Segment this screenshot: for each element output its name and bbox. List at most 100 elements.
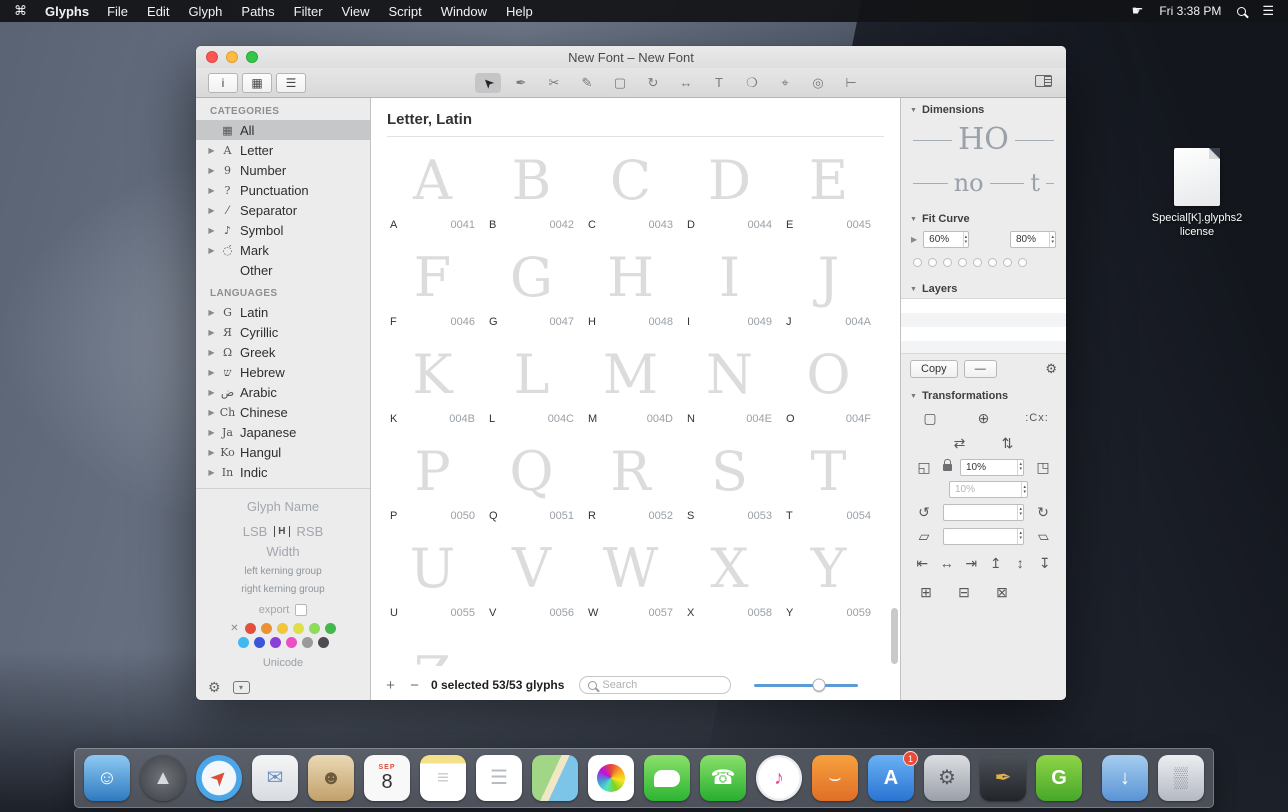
category-item[interactable]: Other — [196, 260, 370, 280]
color-swatch[interactable] — [238, 637, 249, 648]
stepper[interactable]: ▴▾ — [1017, 505, 1023, 520]
search-input[interactable] — [602, 679, 722, 691]
glyph-name-field[interactable]: Glyph Name — [204, 499, 362, 514]
align-top-icon[interactable]: ↥ — [987, 553, 1006, 573]
fit-step-dot[interactable] — [1003, 258, 1012, 267]
fit-curve-header[interactable]: ▼ Fit Curve — [901, 207, 1066, 228]
color-swatch[interactable] — [245, 623, 256, 634]
disclosure-triangle-icon[interactable]: ▶ — [206, 348, 217, 357]
category-item[interactable]: ▶ 9 Number — [196, 160, 370, 180]
disclosure-triangle-icon[interactable]: ▶ — [206, 468, 217, 477]
menu-item[interactable]: File — [107, 4, 128, 19]
hand-tool[interactable]: ⌖ — [772, 73, 798, 93]
zoom-slider-handle[interactable] — [812, 679, 825, 692]
glyph-cell[interactable]: J J 004A — [779, 240, 878, 337]
dock-icon-trash[interactable]: ▒ — [1158, 755, 1204, 801]
disclosure-triangle-icon[interactable]: ▶ — [206, 448, 217, 457]
fit-curve-min-field[interactable]: 60% ▴▾ — [923, 231, 969, 248]
language-item[interactable]: ▶ Я Cyrillic — [196, 322, 370, 342]
scrollbar-handle[interactable] — [891, 608, 898, 664]
app-menu-title[interactable]: Glyphs — [45, 4, 89, 19]
stepper[interactable]: ▴▾ — [1049, 232, 1055, 247]
dock-icon-itunes[interactable]: ♪ — [756, 755, 802, 801]
glyph-cell[interactable]: C C 0043 — [581, 143, 680, 240]
stepper[interactable]: ▴▾ — [1021, 482, 1027, 497]
list-view-button[interactable]: ☰ — [276, 73, 306, 93]
dock-icon-safari[interactable]: ➤ — [196, 755, 242, 801]
fit-step-dot[interactable] — [1018, 258, 1027, 267]
align-center-h-icon[interactable]: ↔ — [938, 553, 957, 573]
measure-tool[interactable]: ⊢ — [838, 73, 864, 93]
category-item[interactable]: ▶ ◌́ Mark — [196, 240, 370, 260]
clear-color-icon[interactable]: ✕ — [230, 623, 238, 634]
zoom-tool[interactable]: ◎ — [805, 73, 831, 93]
glyph-cell[interactable]: X X 0058 — [680, 531, 779, 628]
glyph-cell[interactable]: K K 004B — [383, 337, 482, 434]
menu-item[interactable]: Window — [441, 4, 487, 19]
zoom-slider[interactable] — [754, 684, 858, 687]
rotate-right-icon[interactable]: ↻ — [1030, 502, 1056, 522]
disclosure-triangle-icon[interactable]: ▶ — [206, 328, 217, 337]
stepper[interactable]: ▴▾ — [1017, 460, 1023, 475]
category-item[interactable]: ▶ ⁄ Separator — [196, 200, 370, 220]
collapse-triangle-icon[interactable]: ▼ — [910, 393, 917, 400]
glyph-cell[interactable]: D D 0044 — [680, 143, 779, 240]
align-left-icon[interactable]: ⇤ — [913, 553, 932, 573]
transform-origin-icon[interactable]: ⊕ — [971, 408, 997, 428]
close-button[interactable] — [206, 51, 218, 63]
color-swatch[interactable] — [318, 637, 329, 648]
scale-tool[interactable]: ↔ — [673, 73, 699, 93]
dock-icon-photos[interactable] — [588, 755, 634, 801]
color-swatch[interactable] — [254, 637, 265, 648]
scale-up-icon[interactable]: ◳ — [1030, 457, 1056, 477]
disclosure-triangle-icon[interactable]: ▶ — [206, 308, 217, 317]
language-item[interactable]: ▶ Ω Greek — [196, 342, 370, 362]
info-button[interactable]: i — [208, 73, 238, 93]
menu-clock[interactable]: Fri 3:38 PM — [1159, 4, 1221, 18]
disclosure-triangle-icon[interactable]: ▶ — [206, 206, 217, 215]
disclosure-triangle-icon[interactable]: ▶ — [206, 408, 217, 417]
fit-step-dot[interactable] — [988, 258, 997, 267]
desktop-file[interactable]: Special[K].glyphs2 license — [1142, 148, 1252, 240]
annotation-tool[interactable]: ❍ — [739, 73, 765, 93]
glyph-cell[interactable]: R R 0052 — [581, 434, 680, 531]
glyph-cell[interactable]: V V 0056 — [482, 531, 581, 628]
glyph-cell[interactable]: Q Q 0051 — [482, 434, 581, 531]
fit-curve-max-field[interactable]: 80% ▴▾ — [1010, 231, 1056, 248]
dock-icon-reminders[interactable]: ☰ — [476, 755, 522, 801]
collapse-triangle-icon[interactable]: ▼ — [910, 286, 917, 293]
cap-context-icon[interactable]: :Cx: — [1024, 408, 1050, 428]
menu-item[interactable]: Paths — [241, 4, 274, 19]
slant-right-icon[interactable]: ▱ — [1030, 526, 1056, 546]
dock-icon-ibooks[interactable]: ⌣ — [812, 755, 858, 801]
glyph-cell[interactable]: S S 0053 — [680, 434, 779, 531]
erase-tool[interactable]: ✂ — [541, 73, 567, 93]
lock-proportions-icon[interactable] — [943, 464, 952, 471]
color-swatch[interactable] — [270, 637, 281, 648]
text-tool[interactable]: T — [706, 73, 732, 93]
fit-step-dot[interactable] — [958, 258, 967, 267]
language-item[interactable]: ▶ Ch Chinese — [196, 402, 370, 422]
apple-menu[interactable]: ⌘ — [14, 3, 27, 19]
glyph-cell[interactable]: N N 004E — [680, 337, 779, 434]
rsb-field[interactable]: RSB — [297, 524, 324, 539]
fit-step-dot[interactable] — [928, 258, 937, 267]
language-item[interactable]: ▶ Ko Hangul — [196, 442, 370, 462]
bounds-handles-icon[interactable]: ▢ — [917, 408, 943, 428]
copy-layer-button[interactable]: Copy — [910, 360, 958, 378]
menu-item[interactable]: View — [342, 4, 370, 19]
layers-settings-icon[interactable]: ⚙ — [1045, 361, 1057, 377]
glyph-cell[interactable]: P P 0050 — [383, 434, 482, 531]
zoom-button[interactable] — [246, 51, 258, 63]
disclosure-triangle-icon[interactable]: ▶ — [206, 226, 217, 235]
glyph-cell[interactable]: O O 004F — [779, 337, 878, 434]
width-field[interactable]: Width — [204, 544, 362, 559]
fit-step-dot[interactable] — [943, 258, 952, 267]
add-glyph-button[interactable]: + — [383, 677, 398, 694]
right-kerning-field[interactable]: right kerning group — [204, 584, 362, 595]
select-tool[interactable]: ➤ — [475, 73, 501, 93]
disclosure-triangle-icon[interactable]: ▶ — [206, 166, 217, 175]
category-item[interactable]: ▶ ♪ Symbol — [196, 220, 370, 240]
align-center-v-icon[interactable]: ↕ — [1011, 553, 1030, 573]
union-icon[interactable]: ⊞ — [913, 582, 939, 602]
